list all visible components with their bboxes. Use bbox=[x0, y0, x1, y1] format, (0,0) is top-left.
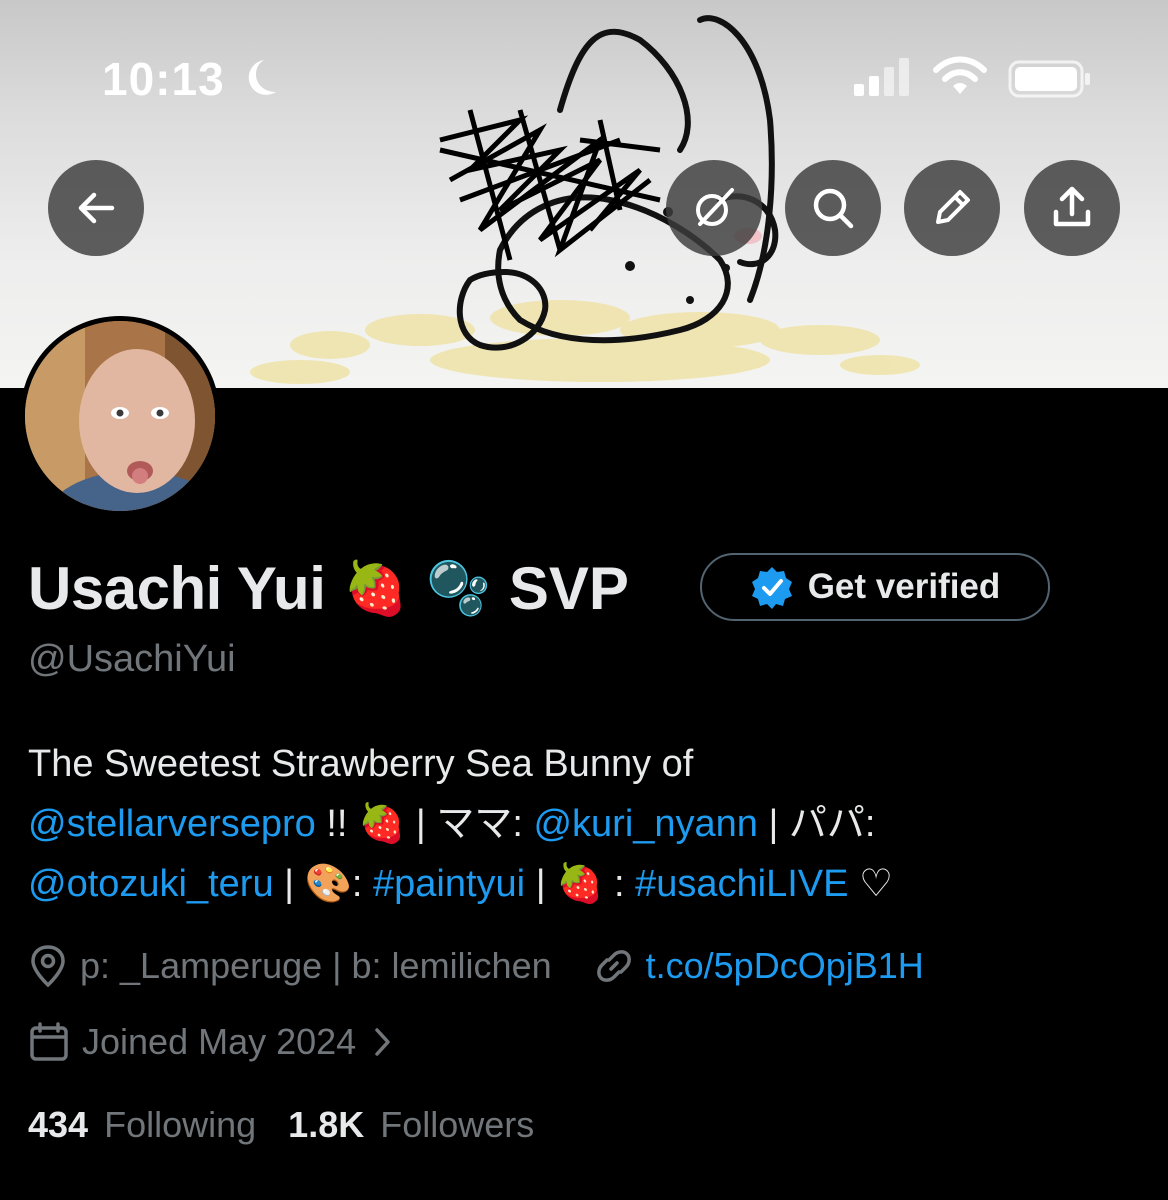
bio-text-1: !! 🍓 | ママ: bbox=[315, 803, 534, 845]
follow-stats: 434 Following 1.8K Followers bbox=[28, 1104, 534, 1146]
location-text: p: _Lamperuge | b: lemilichen bbox=[80, 945, 552, 986]
profile-handle: @UsachiYui bbox=[28, 638, 236, 680]
back-arrow-icon bbox=[78, 192, 115, 224]
bio-text-2: | パパ: bbox=[757, 803, 876, 845]
verified-badge-icon bbox=[751, 567, 792, 609]
bio-line-2: @stellarversepro !! 🍓 | ママ: @kuri_nyann … bbox=[28, 794, 1148, 854]
edit-pencil-icon bbox=[936, 190, 970, 224]
profile-avatar[interactable] bbox=[20, 316, 220, 516]
chevron-right-icon bbox=[375, 1028, 390, 1056]
profile-bio: The Sweetest Strawberry Sea Bunny of @st… bbox=[28, 734, 1148, 914]
profile-banner[interactable]: 10:13 bbox=[0, 0, 1168, 388]
followers-count: 1.8K bbox=[288, 1104, 365, 1145]
name-suffix: SVP bbox=[508, 554, 629, 622]
link-icon bbox=[596, 950, 631, 982]
calendar-icon bbox=[30, 1022, 68, 1061]
search-button[interactable] bbox=[785, 160, 881, 256]
followers-stat[interactable]: 1.8K Followers bbox=[288, 1104, 534, 1146]
profile-name-row: Usachi Yui 🍓 🫧 SVP bbox=[28, 552, 629, 624]
battery-icon bbox=[1008, 60, 1090, 98]
search-icon bbox=[813, 188, 854, 229]
profile-meta-location-url: p: _Lamperuge | b: lemilichen t.co/5pDcO… bbox=[28, 940, 924, 992]
get-verified-button[interactable]: Get verified bbox=[700, 553, 1050, 621]
display-name: Usachi Yui bbox=[28, 554, 326, 622]
wifi-icon bbox=[933, 56, 987, 94]
mention-link-stellarversepro[interactable]: @stellarversepro bbox=[28, 803, 316, 845]
hashtag-link-paintyui[interactable]: #paintyui bbox=[373, 863, 525, 905]
cellular-signal-icon bbox=[854, 58, 909, 96]
following-count: 434 bbox=[28, 1104, 89, 1145]
grok-icon bbox=[696, 188, 734, 226]
back-button[interactable] bbox=[48, 160, 144, 256]
mention-link-otozuki-teru[interactable]: @otozuki_teru bbox=[28, 863, 274, 905]
moon-icon bbox=[248, 60, 276, 95]
bio-line-1: The Sweetest Strawberry Sea Bunny of bbox=[28, 743, 694, 785]
profile-url-link[interactable]: t.co/5pDcOpjB1H bbox=[646, 945, 924, 987]
get-verified-label: Get verified bbox=[807, 567, 1001, 606]
joined-date: Joined May 2024 bbox=[82, 1021, 357, 1062]
following-stat[interactable]: 434 Following bbox=[28, 1104, 256, 1146]
bio-text-3: | 🎨: bbox=[273, 863, 374, 905]
following-label: Following bbox=[104, 1104, 257, 1145]
location-pin-icon bbox=[31, 945, 65, 988]
share-icon bbox=[1053, 186, 1091, 227]
followers-label: Followers bbox=[380, 1104, 535, 1145]
strawberry-emoji: 🍓 bbox=[343, 559, 409, 618]
share-button[interactable] bbox=[1024, 160, 1120, 256]
hashtag-link-usachilive[interactable]: #usachiLIVE bbox=[635, 863, 848, 905]
bio-text-4: | 🍓 : bbox=[525, 863, 636, 905]
joined-row[interactable]: Joined May 2024 bbox=[28, 1016, 394, 1068]
avatar-photo bbox=[25, 321, 215, 511]
bio-text-5: ♡ bbox=[848, 863, 894, 905]
bubbles-emoji: 🫧 bbox=[426, 559, 491, 618]
status-bar: 10:13 bbox=[0, 0, 1168, 150]
status-time: 10:13 bbox=[102, 53, 225, 105]
mention-link-kuri-nyann[interactable]: @kuri_nyann bbox=[533, 803, 757, 845]
bio-line-3: @otozuki_teru | 🎨: #paintyui | 🍓 : #usac… bbox=[28, 854, 1148, 914]
grok-button[interactable] bbox=[666, 160, 762, 256]
edit-button[interactable] bbox=[904, 160, 1000, 256]
